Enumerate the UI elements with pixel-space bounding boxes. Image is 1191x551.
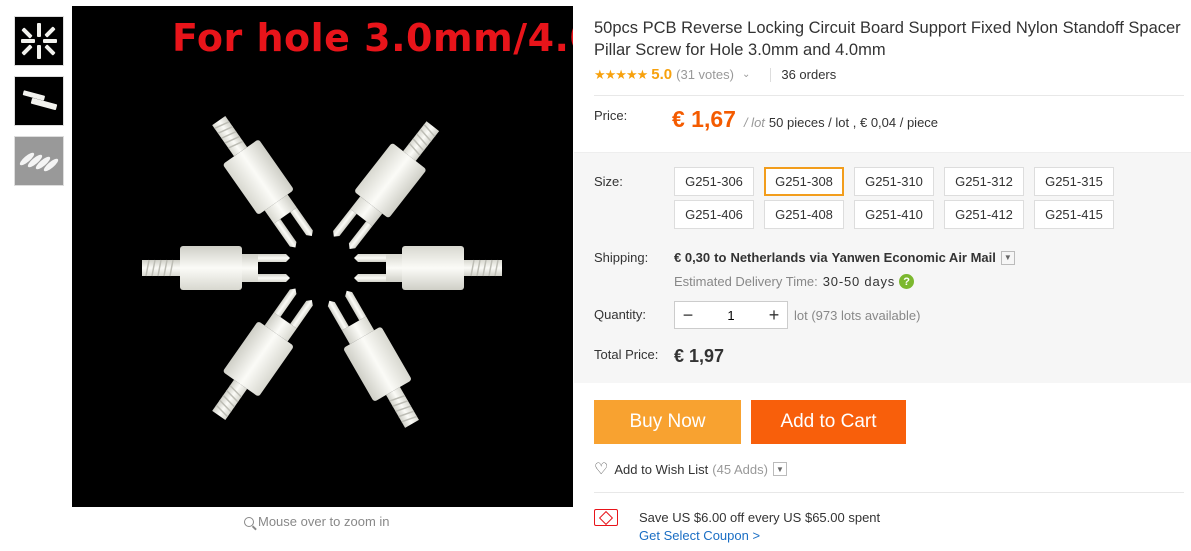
image-caption: For hole 3.0mm/4.0mm	[172, 16, 573, 60]
zoom-hint-text: Mouse over to zoom in	[258, 514, 390, 529]
standoff-illustration	[141, 107, 503, 436]
product-title: 50pcs PCB Reverse Locking Circuit Board …	[594, 19, 1181, 59]
increment-button[interactable]: +	[761, 305, 787, 326]
wishlist-link[interactable]: Add to Wish List	[614, 462, 708, 477]
thumbnail-strip	[14, 16, 64, 196]
size-option[interactable]: G251-308	[764, 167, 844, 196]
wishlist-count: (45 Adds)	[712, 461, 768, 477]
price-label: Price:	[594, 108, 628, 123]
chevron-down-icon[interactable]: ⌄	[742, 69, 750, 80]
shipping-method[interactable]: Yanwen Economic Air Mail	[832, 250, 996, 265]
shipping-label: Shipping:	[594, 250, 649, 265]
add-to-cart-button[interactable]: Add to Cart	[751, 400, 906, 444]
size-option[interactable]: G251-306	[674, 167, 754, 196]
help-icon[interactable]: ?	[899, 274, 915, 289]
get-coupon-link[interactable]: Get Select Coupon >	[639, 528, 760, 543]
price-row: € 1,67 / lot 50 pieces / lot , € 0,04 / …	[672, 106, 938, 133]
delivery-estimate: Estimated Delivery Time: 30-50 days ?	[674, 274, 915, 289]
shipping-line: € 0,30 to Netherlands via Yanwen Economi…	[674, 250, 1015, 265]
zoom-hint: Mouse over to zoom in	[244, 514, 390, 529]
star-rating-icon: ★★★★★	[594, 66, 648, 82]
lots-available: lot (973 lots available)	[794, 308, 921, 323]
size-option[interactable]: G251-408	[764, 200, 844, 229]
divider	[594, 95, 1184, 96]
total-price-value: € 1,97	[674, 346, 725, 366]
coupon-text: Save US $6.00 off every US $65.00 spent	[639, 510, 881, 525]
size-option[interactable]: G251-406	[674, 200, 754, 229]
shipping-to: to	[714, 250, 727, 265]
size-label: Size:	[594, 174, 623, 189]
size-options: G251-306 G251-308 G251-310 G251-312 G251-315…	[674, 167, 1114, 229]
divider	[770, 67, 772, 82]
product-info-panel: 50pcs PCB Reverse Locking Circuit Board …	[574, 0, 1191, 551]
divider	[594, 492, 1184, 493]
size-option[interactable]: G251-415	[1034, 200, 1114, 229]
size-option[interactable]: G251-412	[944, 200, 1024, 229]
shipping-destination[interactable]: Netherlands	[730, 250, 805, 265]
size-option[interactable]: G251-315	[1034, 167, 1114, 196]
size-option[interactable]: G251-312	[944, 167, 1024, 196]
thumbnail-3[interactable]	[14, 136, 64, 186]
shipping-via: via	[809, 250, 828, 265]
thumbnail-1[interactable]	[14, 16, 64, 66]
product-main-image[interactable]: For hole 3.0mm/4.0mm	[72, 6, 573, 507]
chevron-down-icon[interactable]: ▼	[772, 462, 787, 476]
quantity-input[interactable]	[701, 307, 761, 323]
vote-count[interactable]: (31 votes)	[676, 67, 734, 82]
delivery-estimate-label: Estimated Delivery Time:	[674, 274, 818, 289]
heart-plus-icon[interactable]: ♡	[594, 459, 608, 479]
coupon-icon	[594, 509, 618, 526]
price-value: € 1,67	[672, 106, 736, 132]
wishlist-row[interactable]: ♡ Add to Wish List (45 Adds) ▼	[594, 459, 787, 479]
order-count: 36 orders	[781, 67, 837, 82]
delivery-days: 30-50 days	[822, 274, 896, 289]
quantity-label: Quantity:	[594, 307, 647, 322]
size-option[interactable]: G251-310	[854, 167, 934, 196]
rating-row: ★★★★★ 5.0 (31 votes) ⌄ 36 orders	[594, 66, 836, 83]
rating-score: 5.0	[651, 66, 673, 83]
total-price-label: Total Price:	[594, 347, 659, 362]
lot-detail: 50 pieces / lot , € 0,04 / piece	[768, 115, 939, 130]
size-option[interactable]: G251-410	[854, 200, 934, 229]
thumbnail-2[interactable]	[14, 76, 64, 126]
per-lot: / lot	[743, 115, 765, 130]
chevron-down-icon[interactable]: ▼	[1000, 250, 1015, 265]
buy-now-button[interactable]: Buy Now	[594, 400, 741, 444]
magnifier-icon	[244, 517, 254, 527]
decrement-button[interactable]: −	[675, 305, 701, 326]
shipping-cost: € 0,30	[674, 250, 711, 265]
quantity-stepper: − +	[674, 301, 788, 329]
